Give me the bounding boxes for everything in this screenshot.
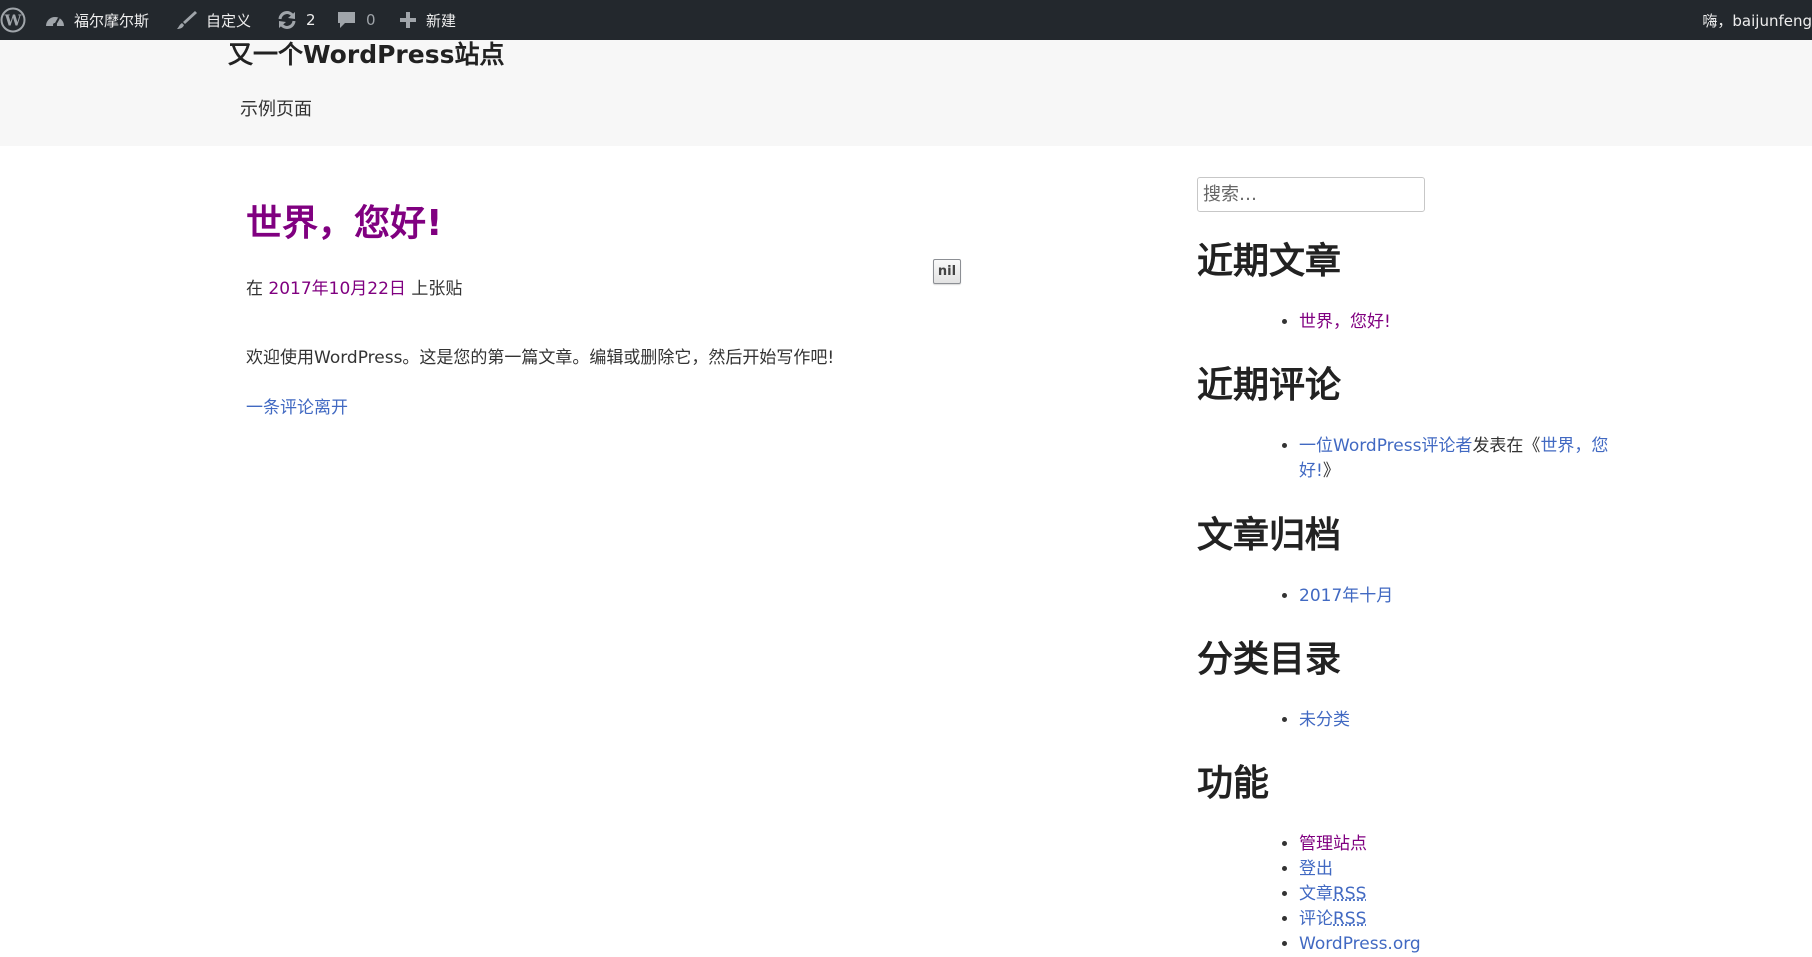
wordpress-logo-icon: W: [0, 7, 26, 33]
list-item: 文章RSS: [1299, 882, 1421, 907]
wordpress-org-link[interactable]: WordPress.org: [1299, 934, 1421, 954]
comments-rss-abbr: RSS: [1333, 909, 1367, 929]
account-menu[interactable]: 嗨，baijunfeng: [1702, 0, 1812, 40]
customize-menu[interactable]: 自定义: [176, 0, 251, 40]
archives-list: 2017年十月: [1260, 584, 1393, 609]
manage-site-link[interactable]: 管理站点: [1299, 834, 1367, 854]
site-name-label: 福尔摩尔斯: [74, 11, 150, 30]
posts-rss-abbr: RSS: [1333, 884, 1367, 904]
comment-middle-text: 发表在《: [1472, 436, 1541, 456]
comment-post-link-cont[interactable]: 好!: [1299, 461, 1323, 481]
new-content-label: 新建: [426, 11, 457, 30]
list-item: 评论RSS: [1299, 907, 1421, 932]
post-date-link[interactable]: 2017年10月22日: [268, 279, 406, 299]
wordpress-logo-menu[interactable]: W: [0, 0, 26, 40]
comment-post-link[interactable]: 世界，您: [1540, 436, 1608, 456]
post-meta-prefix: 在: [246, 279, 269, 299]
list-item: 登出: [1299, 857, 1421, 882]
comments-link[interactable]: 一条评论离开: [246, 393, 348, 418]
recent-comments-title: 近期评论: [1197, 365, 1342, 406]
list-item: 世界，您好!: [1299, 310, 1391, 335]
comments-rss-prefix: 评论: [1299, 909, 1333, 929]
categories-list: 未分类: [1260, 708, 1350, 733]
site-title[interactable]: 又一个WordPress站点: [228, 40, 504, 70]
meta-title: 功能: [1197, 763, 1270, 804]
comments-menu[interactable]: 0: [336, 0, 376, 40]
user-greeting: 嗨，baijunfeng: [1702, 11, 1812, 30]
update-icon: [276, 10, 298, 30]
site-header: 又一个WordPress站点 示例页面: [0, 40, 1812, 146]
nav-item-sample-page[interactable]: 示例页面: [240, 95, 312, 121]
list-item: 管理站点: [1299, 832, 1421, 857]
posts-rss-prefix: 文章: [1299, 884, 1333, 904]
list-item: 一位WordPress评论者发表在《世界，您好!》: [1299, 434, 1649, 484]
list-item: 2017年十月: [1299, 584, 1393, 609]
plus-icon: [398, 10, 418, 30]
svg-text:W: W: [4, 12, 23, 30]
post-meta: 在 2017年10月22日 上张贴: [246, 274, 462, 299]
recent-comments-list: 一位WordPress评论者发表在《世界，您好!》: [1260, 434, 1649, 484]
nil-button[interactable]: nil: [933, 259, 961, 284]
comment-close-text: 》: [1322, 461, 1340, 481]
recent-post-link[interactable]: 世界，您好!: [1299, 312, 1391, 332]
post-title[interactable]: 世界，您好!: [246, 202, 442, 246]
updates-menu[interactable]: 2: [276, 0, 316, 40]
comment-bubble-icon: [336, 10, 358, 30]
list-item: WordPress.org: [1299, 932, 1421, 957]
list-item: 未分类: [1299, 708, 1350, 733]
categories-title: 分类目录: [1197, 639, 1342, 680]
paintbrush-icon: [176, 10, 198, 30]
category-link[interactable]: 未分类: [1299, 710, 1350, 730]
logout-link[interactable]: 登出: [1299, 859, 1333, 879]
recent-posts-title: 近期文章: [1197, 241, 1342, 282]
customize-label: 自定义: [206, 11, 252, 30]
comment-author-link[interactable]: 一位WordPress评论者: [1299, 436, 1472, 456]
comments-rss-link[interactable]: 评论RSS: [1299, 909, 1366, 929]
updates-count: 2: [306, 11, 316, 29]
search-input[interactable]: [1197, 177, 1425, 212]
archives-title: 文章归档: [1197, 515, 1342, 556]
meta-list: 管理站点 登出 文章RSS 评论RSS WordPress.org: [1260, 832, 1421, 957]
post-content: 欢迎使用WordPress。这是您的第一篇文章。编辑或删除它，然后开始写作吧!: [246, 348, 835, 368]
site-name-menu[interactable]: 福尔摩尔斯: [44, 0, 149, 40]
dashboard-icon: [44, 10, 66, 30]
comments-count: 0: [366, 11, 376, 29]
archive-link[interactable]: 2017年十月: [1299, 586, 1393, 606]
admin-bar: W 福尔摩尔斯 自定义 2 0 新建 嗨，baijunfeng: [0, 0, 1812, 40]
recent-posts-list: 世界，您好!: [1260, 310, 1391, 335]
new-content-menu[interactable]: 新建: [398, 0, 456, 40]
post-meta-suffix: 上张贴: [405, 279, 463, 299]
posts-rss-link[interactable]: 文章RSS: [1299, 884, 1366, 904]
